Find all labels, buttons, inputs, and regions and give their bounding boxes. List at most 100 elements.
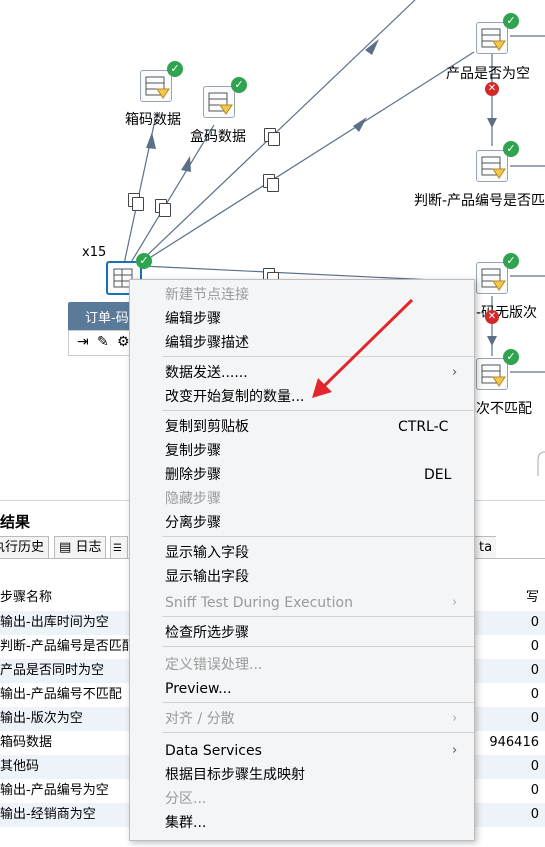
tab-label: ta: [479, 540, 493, 555]
menu-separator: [162, 616, 474, 617]
menu-item[interactable]: 分离步骤: [165, 512, 221, 534]
menu-item[interactable]: 复制步骤: [165, 440, 221, 462]
ok-badge-icon: ✓: [503, 141, 519, 157]
row-write-value: 946416: [489, 735, 539, 750]
results-title: 结果: [0, 513, 31, 531]
row-step-name: 其他码: [0, 759, 40, 774]
hop-arrow-icon: [181, 156, 191, 172]
tab-exec-history[interactable]: 执行历史: [0, 536, 50, 559]
menu-item[interactable]: 删除步骤: [165, 464, 221, 486]
menu-item[interactable]: 数据发送......: [165, 362, 248, 384]
row-write-value: 0: [530, 783, 539, 798]
step-chanpin-empty[interactable]: [476, 22, 508, 54]
error-hop-icon: ✕: [485, 82, 499, 96]
copy-hop-icon: [128, 193, 144, 211]
tooltip-title: 订单-码: [85, 311, 129, 326]
row-write-value: 0: [530, 639, 539, 654]
step-mismatch[interactable]: [476, 358, 508, 390]
input-icon[interactable]: ⇥: [77, 334, 89, 350]
row-step-name: 输出-产品编号为空: [0, 783, 109, 798]
tab-log[interactable]: ▤ 日志: [54, 536, 107, 559]
menu-shortcut: CTRL-C: [398, 419, 449, 435]
column-header-name: 步骤名称: [0, 590, 53, 605]
table-filter-icon: [481, 364, 506, 387]
step-batch[interactable]: [476, 262, 508, 294]
menu-separator: [162, 732, 474, 733]
table-filter-icon: [208, 92, 233, 115]
copy-hop-icon: [155, 199, 171, 217]
row-write-value: 0: [530, 807, 539, 822]
submenu-chevron-icon: ›: [452, 365, 458, 380]
menu-separator: [162, 410, 474, 411]
tab-step-metrics[interactable]: ☰: [110, 536, 128, 559]
row-step-name: 输出-版次为空: [0, 711, 83, 726]
menu-item[interactable]: 检查所选步骤: [165, 622, 249, 644]
row-step-name: 产品是否同时为空: [0, 663, 105, 678]
row-step-name: 输出-出库时间为空: [0, 615, 109, 630]
menu-item[interactable]: 显示输入字段: [165, 542, 249, 564]
submenu-chevron-icon: ›: [452, 595, 458, 610]
step-label: 判断-产品编号是否匹: [414, 193, 545, 209]
copies-multiplier: x15: [82, 245, 107, 260]
table-filter-icon: [481, 156, 506, 179]
row-step-name: 输出-产品编号不匹配: [0, 687, 122, 702]
submenu-chevron-icon: ›: [452, 743, 458, 758]
step-xiangma[interactable]: [140, 70, 172, 102]
menu-item[interactable]: 集群...: [165, 812, 206, 834]
gear-icon[interactable]: ⚙: [117, 334, 130, 350]
table-filter-icon: [481, 268, 506, 291]
step-hema[interactable]: [203, 86, 235, 118]
submenu-chevron-icon: ›: [452, 711, 458, 726]
tooltip-actions: ⇥ ✎ ⚙: [68, 330, 138, 356]
menu-item[interactable]: 编辑步骤: [165, 308, 221, 330]
hop-arrow-icon: [487, 336, 497, 346]
menu-item[interactable]: Preview...: [165, 678, 232, 700]
menu-item[interactable]: 定义错误处理...: [165, 654, 262, 676]
doc-icon: ▤: [59, 540, 72, 555]
step-label: 产品是否为空: [446, 66, 530, 82]
table-filter-icon: [145, 76, 170, 99]
ok-badge-icon: ✓: [503, 349, 519, 365]
row-write-value: 0: [530, 687, 539, 702]
menu-item[interactable]: 编辑步骤描述: [165, 332, 249, 354]
row-write-value: 0: [530, 711, 539, 726]
copy-hop-icon: [263, 174, 279, 192]
row-step-name: 箱码数据: [0, 735, 53, 750]
menu-item[interactable]: Sniff Test During Execution: [165, 592, 353, 614]
menu-shortcut: DEL: [424, 467, 452, 483]
tab-data[interactable]: ta: [474, 536, 497, 559]
menu-item[interactable]: 分区...: [165, 788, 206, 810]
menu-item[interactable]: 对齐 / 分散: [165, 708, 235, 730]
step-label: 箱码数据: [125, 112, 181, 128]
context-menu: 新建节点连接 编辑步骤 编辑步骤描述 数据发送...... › 改变开始复制的数量... 复…: [129, 279, 475, 841]
table-filter-icon: [481, 28, 506, 51]
column-header-write: 写: [525, 590, 539, 605]
row-write-value: 0: [530, 759, 539, 774]
error-hop-icon: ✕: [485, 310, 499, 324]
menu-separator: [162, 356, 474, 357]
ok-badge-icon: ✓: [167, 61, 183, 77]
edit-icon[interactable]: ✎: [97, 334, 109, 350]
step-label: 次不匹配: [476, 401, 532, 417]
ok-badge-icon: ✓: [136, 253, 152, 269]
hop-arrow-icon: [353, 117, 367, 132]
step-tooltip: 订单-码 ⇥ ✎ ⚙: [68, 302, 138, 356]
step-label: 盒码数据: [190, 129, 246, 145]
menu-item[interactable]: 隐藏步骤: [165, 488, 221, 510]
list-icon: ☰: [113, 543, 122, 554]
menu-item[interactable]: 改变开始复制的数量...: [165, 386, 304, 408]
menu-item[interactable]: 新建节点连接: [165, 284, 249, 306]
menu-separator: [162, 646, 474, 647]
ok-badge-icon: ✓: [231, 77, 247, 93]
hop-arrow-icon: [487, 118, 497, 128]
tab-label: 日志: [75, 540, 102, 555]
menu-item[interactable]: Data Services: [165, 740, 262, 762]
menu-item[interactable]: 根据目标步骤生成映射: [165, 764, 305, 786]
menu-separator: [162, 702, 474, 703]
menu-item[interactable]: 复制到剪贴板: [165, 416, 249, 438]
row-write-value: 0: [530, 663, 539, 678]
hop-arrow-icon: [146, 132, 156, 149]
row-write-value: 0: [530, 615, 539, 630]
step-judge-code[interactable]: [476, 150, 508, 182]
menu-item[interactable]: 显示输出字段: [165, 566, 249, 588]
